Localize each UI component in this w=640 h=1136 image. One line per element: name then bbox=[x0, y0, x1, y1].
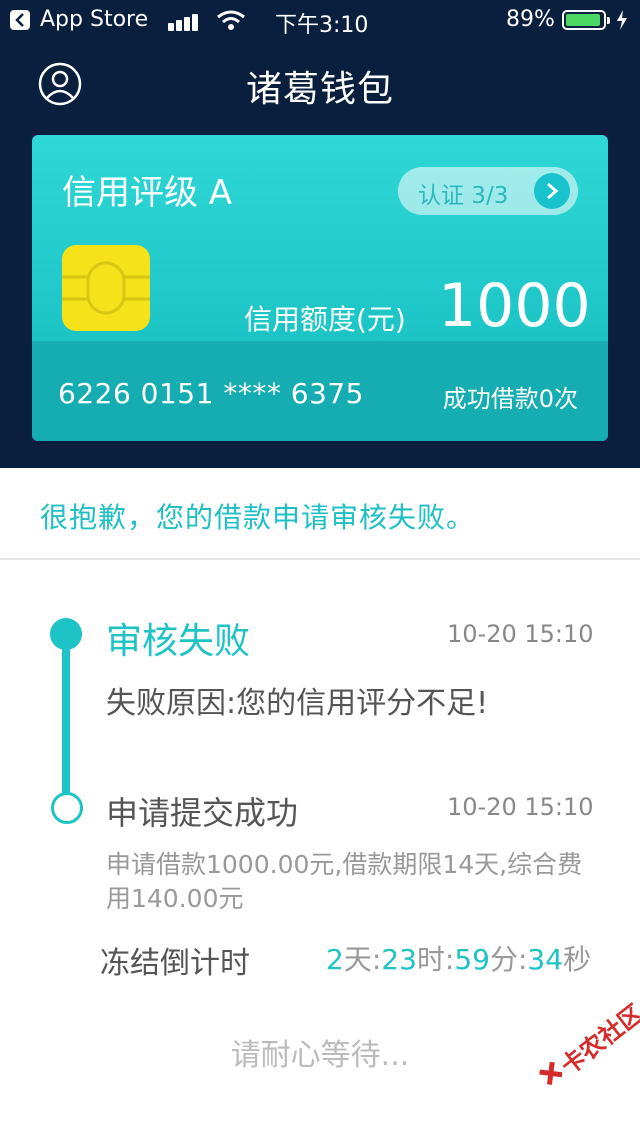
countdown-hours: 23 bbox=[381, 943, 417, 976]
back-app-label[interactable]: App Store bbox=[40, 7, 148, 32]
countdown-days: 2 bbox=[326, 943, 344, 976]
status-bar: App Store 下午3:10 89% bbox=[0, 0, 640, 40]
countdown-hours-unit: 时: bbox=[416, 943, 455, 976]
certification-label: 认证 3/3 bbox=[418, 183, 509, 209]
timeline-dot bbox=[51, 792, 83, 824]
timeline-time: 10-20 15:10 bbox=[447, 793, 594, 821]
failure-reason: 失败原因:您的信用评分不足! bbox=[106, 686, 489, 721]
battery-icon bbox=[562, 10, 610, 30]
countdown-minutes: 59 bbox=[454, 943, 490, 976]
credit-grade: 信用评级 A bbox=[62, 173, 233, 213]
certification-button[interactable]: 认证 3/3 bbox=[398, 167, 578, 215]
countdown-seconds: 34 bbox=[527, 943, 564, 976]
status-time: 下午3:10 bbox=[275, 13, 369, 38]
countdown-days-unit: 天: bbox=[343, 943, 382, 976]
timeline-dot-active bbox=[50, 618, 82, 650]
signal-icon bbox=[168, 11, 204, 31]
application-detail: 申请借款1000.00元,借款期限14天,综合费用140.00元 bbox=[106, 850, 583, 913]
timeline-line bbox=[62, 630, 70, 794]
countdown-label: 冻结倒计时 bbox=[100, 946, 250, 981]
success-loan-count: 成功借款0次 bbox=[442, 385, 578, 413]
credit-card: 信用评级 A 认证 3/3 信用额度(元) 1000 6226 0151 ***… bbox=[32, 135, 608, 441]
card-chip-icon bbox=[62, 245, 150, 331]
chevron-right-icon bbox=[534, 173, 570, 209]
countdown-seconds-unit: 秒 bbox=[563, 943, 592, 976]
wifi-icon bbox=[217, 10, 245, 30]
divider bbox=[0, 558, 640, 560]
timeline-status: 申请提交成功 bbox=[106, 794, 299, 832]
card-number: 6226 0151 **** 6375 bbox=[58, 377, 364, 410]
countdown-timer: 2天:23时:59分:34秒 bbox=[326, 938, 591, 978]
credit-limit-value: 1000 bbox=[438, 271, 591, 341]
review-failed-message: 很抱歉，您的借款申请审核失败。 bbox=[40, 501, 476, 534]
countdown-minutes-unit: 分: bbox=[489, 943, 528, 976]
timeline-time: 10-20 15:10 bbox=[447, 620, 594, 648]
back-arrow-icon[interactable] bbox=[10, 10, 30, 30]
card-footer: 6226 0151 **** 6375 成功借款0次 bbox=[32, 341, 608, 441]
battery-percent: 89% bbox=[506, 7, 555, 32]
timeline-status: 审核失败 bbox=[106, 621, 251, 662]
charging-icon bbox=[617, 10, 627, 30]
credit-limit-label: 信用额度(元) bbox=[244, 303, 406, 336]
page-title: 诸葛钱包 bbox=[245, 69, 394, 110]
